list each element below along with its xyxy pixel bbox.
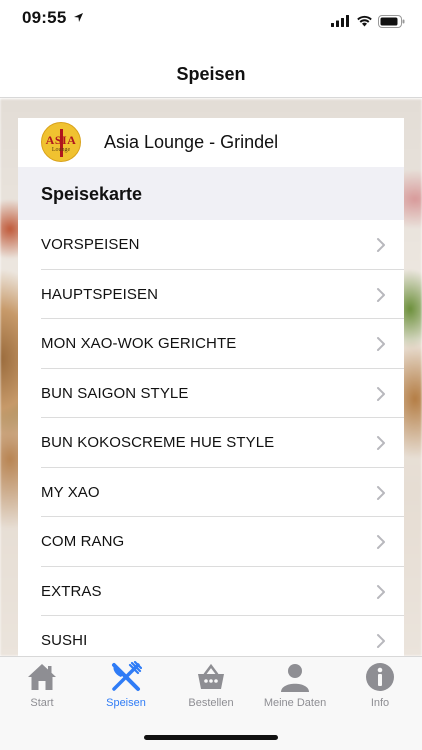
tab-label: Meine Daten [263,697,327,709]
menu-category-row[interactable]: SUSHI [18,616,404,656]
tab-info[interactable]: Info [338,657,422,717]
status-bar: 09:55 [0,0,422,40]
battery-icon [378,15,405,28]
chevron-right-icon [377,287,385,302]
restaurant-logo: ASIA Lounge [41,122,81,162]
chevron-right-icon [377,238,385,252]
chevron-right-icon [377,386,385,401]
menu-category-label: MON XAO-WOK GERICHTE [41,335,237,352]
menu-category-row[interactable]: HAUPTSPEISEN [18,269,404,319]
tab-label: Info [370,697,390,709]
person-icon [281,664,309,692]
chevron-right-icon [377,436,385,450]
navigation-bar: Speisen [0,40,422,98]
menu-category-label: EXTRAS [41,582,102,600]
info-icon [366,663,394,691]
cellular-signal-icon [331,15,349,27]
logo-subtext: Lounge [51,147,71,153]
wifi-icon [357,15,372,27]
restaurant-name: Asia Lounge - Grindel [104,132,279,152]
menu-category-row[interactable]: COM RANG [18,517,404,567]
chevron-right-icon [377,535,385,549]
menu-card: ASIA Lounge Asia Lounge - Grindel Speise… [18,118,404,656]
tab-label: Start [30,697,54,709]
chevron-right-icon [377,485,385,500]
menu-category-row[interactable]: MY XAO [18,467,404,517]
tab-bestellen[interactable]: Bestellen [169,657,253,717]
fork-knife-icon [112,661,142,691]
menu-category-row[interactable]: BUN KOKOSCREME HUE STYLE [18,418,404,468]
restaurant-header[interactable]: ASIA Lounge Asia Lounge - Grindel [18,118,404,167]
tab-speisen[interactable]: Speisen [84,657,168,717]
logo-text: ASIA [45,133,77,147]
tab-start[interactable]: Start [0,657,84,717]
menu-category-row[interactable]: BUN SAIGON STYLE [18,368,404,418]
location-arrow-icon [74,13,83,22]
tab-label: Bestellen [188,697,234,709]
menu-category-label: VORSPEISEN [41,236,140,253]
menu-category-label: BUN SAIGON STYLE [41,384,189,402]
chevron-right-icon [377,584,385,599]
chevron-right-icon [377,337,385,351]
menu-category-label: HAUPTSPEISEN [41,285,159,303]
basket-icon [198,663,224,689]
section-title: Speisekarte [41,184,143,204]
house-icon [28,664,56,690]
home-indicator [144,735,278,740]
status-time: 09:55 [22,8,67,27]
menu-category-row[interactable]: EXTRAS [18,566,404,616]
tab-label: Speisen [106,697,146,709]
menu-category-row[interactable]: VORSPEISEN [18,220,404,270]
menu-category-label: BUN KOKOSCREME HUE STYLE [41,434,275,451]
menu-category-label: COM RANG [41,533,125,550]
page-title: Speisen [176,64,246,84]
menu-category-label: SUSHI [41,632,88,649]
menu-category-list: VORSPEISEN HAUPTSPEISEN MON XAO-WOK GERI… [18,220,404,656]
section-header: Speisekarte [18,167,404,220]
menu-category-row[interactable]: MON XAO-WOK GERICHTE [18,319,404,369]
tab-meine-daten[interactable]: Meine Daten [253,657,337,717]
menu-category-label: MY XAO [41,483,100,501]
chevron-right-icon [377,634,385,648]
